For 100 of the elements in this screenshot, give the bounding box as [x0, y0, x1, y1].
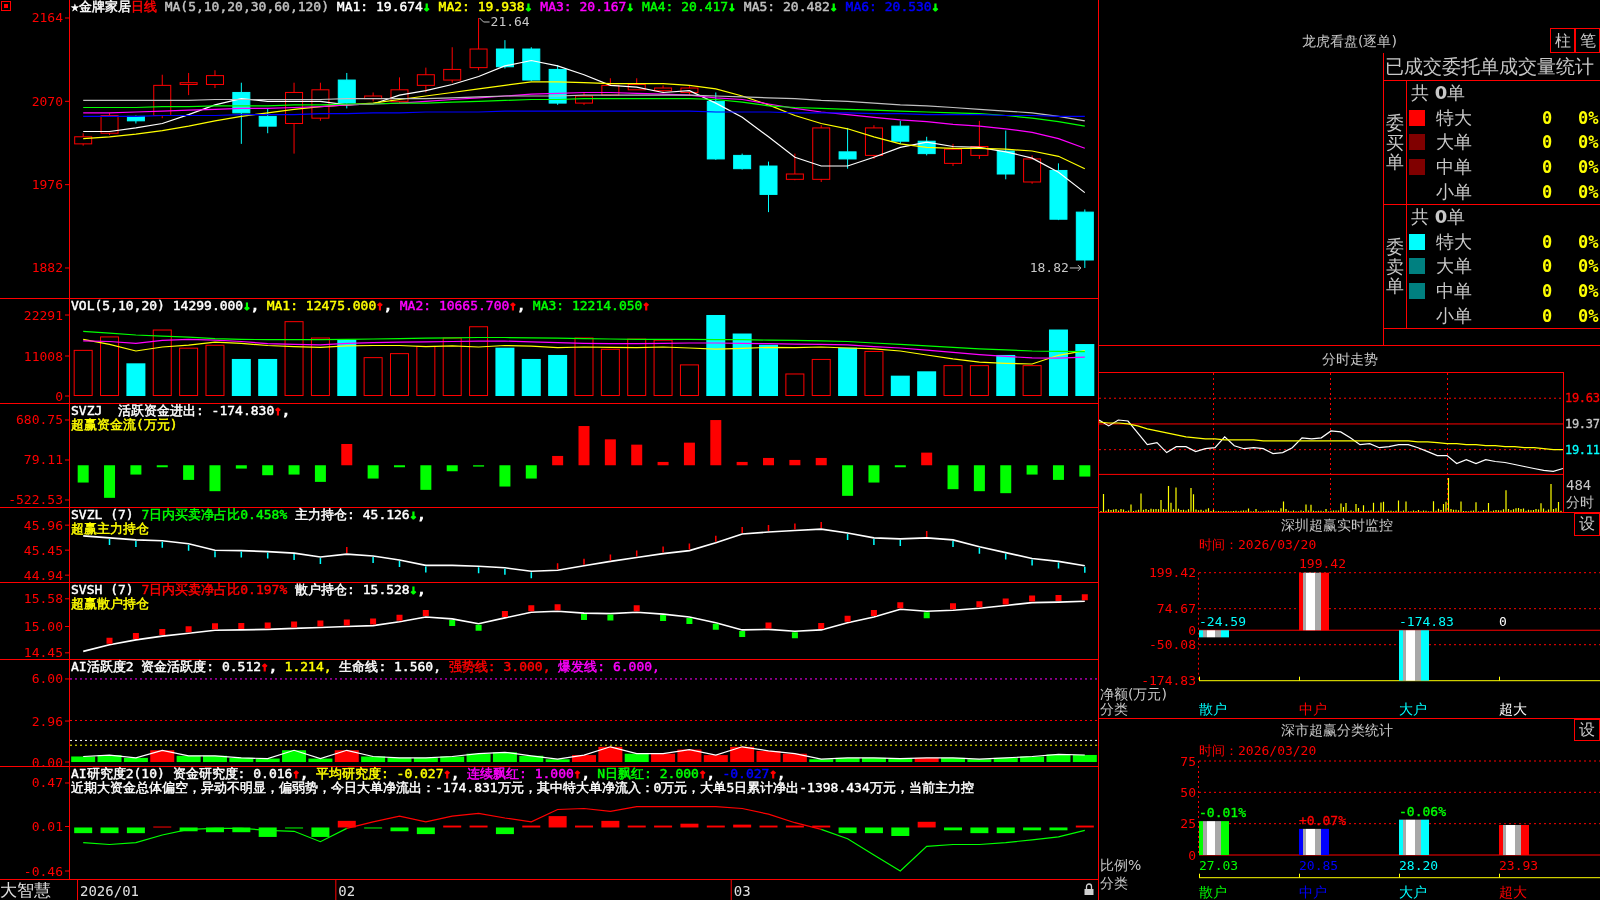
indicator-text: ,	[268, 659, 277, 674]
indicator-text: ,	[417, 582, 426, 597]
indicator-text: SVZL (7)	[71, 507, 134, 522]
chart-subtitle: 时间：2026/03/20	[1199, 536, 1317, 552]
axis-label: 6.00	[31, 671, 63, 687]
indicator-text: ↓	[626, 0, 635, 14]
indicator-text: SVSH (7)	[71, 582, 134, 597]
indicator-text: ↓	[829, 0, 838, 14]
group-label: 委买单	[1386, 112, 1404, 173]
indicator-text: MA5: 20.482	[742, 0, 830, 14]
indicator-text: MA3: 20.167	[539, 0, 627, 14]
change-label: +0.07%	[1299, 812, 1346, 828]
indicator-text: 资金研究度: 0.016	[171, 766, 293, 781]
indicator-text: AI研究度2(10)	[71, 766, 165, 781]
order-size-label: 中单	[1436, 157, 1473, 178]
value-label: 27.03	[1199, 857, 1239, 873]
indicator-text: ,	[451, 766, 460, 781]
value-label: 199.42	[1299, 556, 1346, 572]
axis-label: 25	[1180, 816, 1196, 832]
indicator-text: 7日内买卖净占比0.197%	[140, 582, 288, 597]
indicator-text: VOL(5,10,20)	[71, 298, 165, 313]
axis-label: 19.63	[1565, 391, 1600, 406]
date-label: 2026/01	[80, 882, 140, 899]
order-count: 0	[1542, 231, 1554, 252]
order-share: 0%	[1578, 305, 1600, 326]
category-label: 中户	[1299, 884, 1327, 900]
indicator-text: 散户持仓: 15.528	[294, 582, 410, 597]
indicator-text: 14299.000	[171, 298, 244, 313]
indicator-text: ↑	[509, 298, 518, 313]
brand-label: 大智慧	[0, 880, 52, 900]
panel-title: 深圳超赢实时监控	[1279, 516, 1394, 533]
indicator-text: 活跃资金进出: -174.830	[116, 403, 275, 418]
axis-label: 0.47	[31, 775, 63, 791]
indicator-text: ↑	[698, 766, 707, 781]
order-share: 0%	[1578, 132, 1600, 153]
order-size-label: 小单	[1436, 181, 1473, 202]
order-size-label: 中单	[1436, 281, 1473, 302]
category-label: 超大	[1499, 884, 1527, 900]
category-label: 散户	[1199, 884, 1227, 900]
order-share: 0%	[1578, 157, 1600, 178]
axis-label: -522.53	[8, 492, 63, 508]
indicator-text: 主力持仓: 45.126	[294, 507, 410, 522]
axis-title: 比例%	[1100, 857, 1142, 873]
axis-title: 分类	[1100, 875, 1128, 891]
indicator-text: 爆发线: 6.000,	[557, 659, 660, 674]
indicator-text: ↑	[274, 403, 283, 418]
indicator-text: 超赢资金流(万元)	[71, 417, 178, 432]
indicator-text: 超赢散户持仓	[71, 596, 149, 611]
order-count: 0	[1542, 132, 1554, 153]
indicator-text: ↑	[443, 766, 452, 781]
order-count: 0	[1542, 107, 1554, 128]
order-count: 0	[1542, 305, 1554, 326]
indicator-text: ↓	[243, 298, 252, 313]
order-share: 0%	[1578, 107, 1600, 128]
group-label: 委卖单	[1386, 236, 1404, 297]
axis-label: 74.67	[1156, 601, 1196, 617]
indicator-text: AI活跃度2	[71, 659, 134, 674]
order-size-label: 特大	[1436, 231, 1473, 252]
axis-label: 15.00	[23, 619, 63, 634]
axis-label: 22291	[23, 307, 63, 323]
order-count: 0	[1542, 181, 1554, 202]
axis-label: 79.11	[23, 452, 63, 468]
indicator-text: 生命线: 1.560,	[338, 659, 441, 674]
indicator-text: MA2: 10665.700	[398, 298, 510, 313]
value-label: 23.93	[1499, 857, 1539, 873]
axis-label: -0.46	[23, 863, 63, 879]
date-label: 02	[338, 882, 356, 899]
date-label: 03	[733, 882, 751, 899]
indicator-text: ↓	[524, 0, 533, 14]
axis-label: 0.01	[31, 819, 63, 835]
indicator-text: ↑	[573, 766, 582, 781]
order-size-label: 特大	[1436, 107, 1473, 128]
axis-label: 19.11	[1565, 442, 1600, 457]
axis-title: 净额(万元)	[1100, 686, 1167, 702]
indicator-text: 近期大资金总体偏空，异动不明显，偏弱势，今日大单净流出：-174.831万元，其中特大单净流入：0万元，大单5日累计净出-1398.434万元，当前主力控	[71, 780, 974, 795]
volume-label: 484	[1566, 477, 1592, 493]
order-size-label: 小单	[1436, 305, 1473, 326]
indicator-text: 强势线: 3.000,	[447, 659, 551, 674]
order-size-label: 大单	[1436, 132, 1473, 153]
indicator-text: MA6: 20.530	[844, 0, 932, 14]
indicator-text: MA(5,10,20,30,60,120)	[163, 0, 329, 14]
change-label: -0.06%	[1399, 803, 1446, 819]
panel-title: 龙虎看盘(逐单)	[1302, 33, 1397, 51]
axis-label: 2164	[31, 10, 63, 26]
indicator-text: ↑	[292, 766, 301, 781]
indicator-text: MA4: 20.417	[641, 0, 729, 14]
axis-label: 2.96	[31, 713, 63, 729]
indicator-text: ,	[384, 298, 392, 313]
value-label: 20.85	[1299, 857, 1339, 873]
indicator-text: ↑	[769, 766, 778, 781]
axis-label: 11008	[23, 348, 63, 364]
indicator-text: 平均研究度: -0.027	[314, 766, 444, 781]
indicator-text: ↑	[376, 298, 385, 313]
axis-label: 75	[1180, 753, 1196, 769]
table-title: 已成交委托单成交量统计	[1384, 53, 1600, 81]
indicator-text: ,	[777, 766, 786, 781]
axis-label: 50	[1180, 784, 1196, 800]
price-annotation: 21.64	[490, 14, 530, 30]
indicator-text: ,	[300, 766, 309, 781]
value-label: -24.59	[1199, 613, 1246, 629]
